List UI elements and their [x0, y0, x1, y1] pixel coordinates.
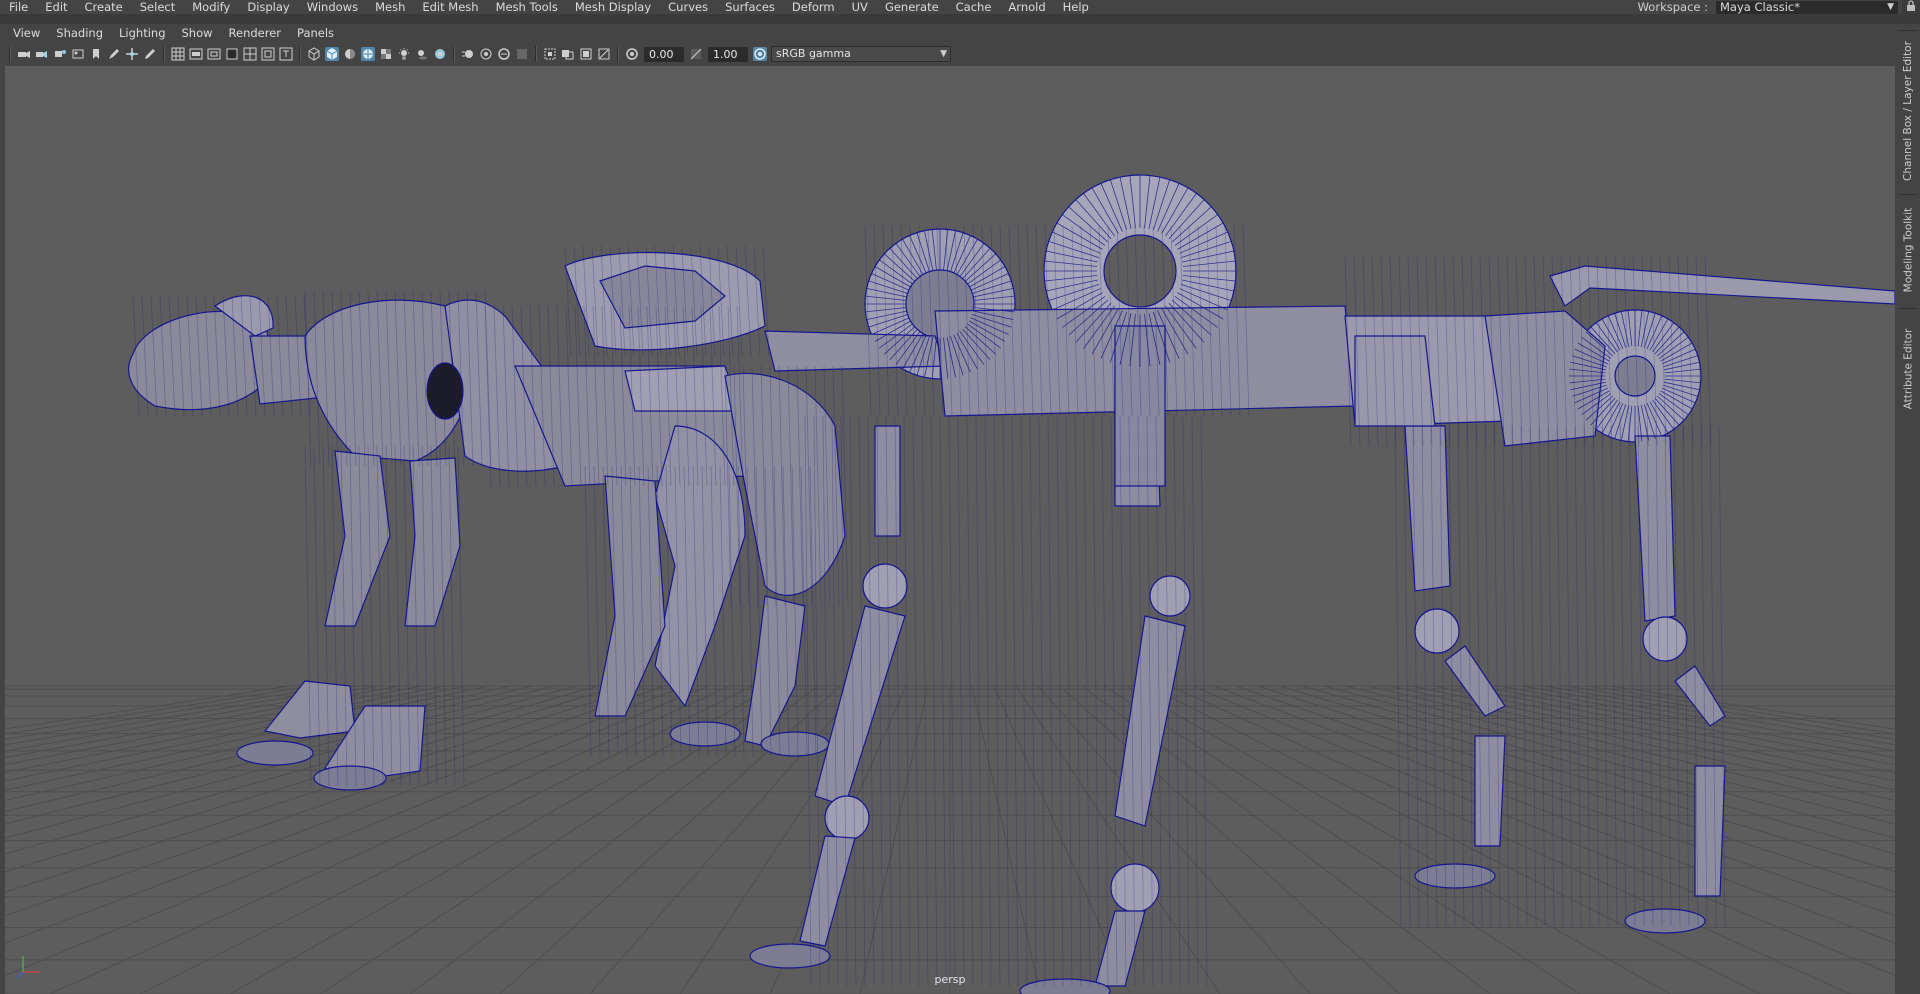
menu-mesh[interactable]: Mesh — [366, 1, 413, 13]
menu-edit[interactable]: Edit — [36, 1, 75, 13]
pencil-icon[interactable] — [143, 47, 157, 61]
menu-uv[interactable]: UV — [843, 1, 876, 13]
menu-create[interactable]: Create — [76, 1, 131, 13]
exposure-icon[interactable] — [625, 47, 639, 61]
panel-menu-renderer[interactable]: Renderer — [222, 26, 291, 40]
panel-menu-panels[interactable]: Panels — [290, 26, 343, 40]
grease-pencil-icon[interactable] — [107, 47, 121, 61]
select-camera-icon[interactable] — [17, 47, 31, 61]
safe-title-icon[interactable] — [279, 47, 293, 61]
xray-active-components-icon[interactable] — [579, 47, 593, 61]
menu-mesh-display[interactable]: Mesh Display — [566, 1, 659, 13]
lock-icon[interactable] — [1902, 0, 1920, 14]
wireframe-icon[interactable] — [307, 47, 321, 61]
viewport-scene[interactable] — [5, 66, 1895, 994]
multisample-icon[interactable] — [479, 47, 493, 61]
menu-arnold[interactable]: Arnold — [999, 1, 1053, 13]
workspace-dropdown[interactable]: Maya Classic* ▼ — [1716, 0, 1898, 14]
perspective-viewport[interactable]: persp — [5, 66, 1895, 994]
toolbar-divider — [9, 46, 11, 62]
tab-channel-box-layer-editor[interactable]: Channel Box / Layer Editor — [1898, 30, 1918, 191]
bookmarks-icon[interactable] — [53, 47, 67, 61]
tab-attribute-editor[interactable]: Attribute Editor — [1898, 308, 1918, 429]
panel-menu-lighting[interactable]: Lighting — [112, 26, 174, 40]
film-gate-icon[interactable] — [189, 47, 203, 61]
toolbar-divider — [535, 46, 537, 62]
workspace-value: Maya Classic* — [1720, 0, 1801, 14]
toolbar-divider — [163, 46, 165, 62]
color-management-icon[interactable] — [753, 47, 767, 61]
lights-icon[interactable] — [397, 47, 411, 61]
image-plane-icon[interactable] — [71, 47, 85, 61]
menu-file[interactable]: File — [0, 1, 36, 13]
isolate-select-icon[interactable] — [543, 47, 557, 61]
xray-icon[interactable] — [561, 47, 575, 61]
menu-select[interactable]: Select — [131, 1, 183, 13]
resolution-gate-icon[interactable] — [207, 47, 221, 61]
panel-toolbar: 0.00 1.00 sRGB gamma ▼ — [5, 43, 1895, 65]
chevron-down-icon: ▼ — [1887, 1, 1894, 12]
gamma-field[interactable]: 1.00 — [708, 46, 748, 62]
workspace-label: Workspace : — [1637, 0, 1708, 14]
toolbar-divider — [299, 46, 301, 62]
menu-surfaces[interactable]: Surfaces — [716, 1, 783, 13]
panel-menu-shading[interactable]: Shading — [49, 26, 112, 40]
depth-of-field-icon[interactable] — [497, 47, 511, 61]
menu-mesh-tools[interactable]: Mesh Tools — [487, 1, 566, 13]
default-material-icon[interactable] — [343, 47, 357, 61]
panel-menu-bar: View Shading Lighting Show Renderer Pane… — [5, 24, 1895, 42]
panel-menu-show[interactable]: Show — [175, 26, 222, 40]
ambient-occlusion-icon[interactable] — [433, 47, 447, 61]
panel-menu-view[interactable]: View — [5, 26, 49, 40]
tab-label: Modeling Toolkit — [1902, 207, 1914, 293]
chevron-down-icon: ▼ — [940, 49, 947, 59]
tab-modeling-toolkit[interactable]: Modeling Toolkit — [1898, 194, 1918, 305]
xray-joints-icon[interactable] — [597, 47, 611, 61]
field-chart-icon[interactable] — [243, 47, 257, 61]
camera-name-label: persp — [934, 973, 966, 986]
grid-icon[interactable] — [171, 47, 185, 61]
safe-action-icon[interactable] — [261, 47, 275, 61]
toolbar-divider — [617, 46, 619, 62]
main-menu-bar: File Edit Create Select Modify Display W… — [0, 0, 1920, 14]
menu-cache[interactable]: Cache — [947, 1, 1000, 13]
menu-windows[interactable]: Windows — [298, 1, 366, 13]
workspace-selector: Workspace : Maya Classic* ▼ — [1638, 0, 1920, 14]
gate-mask-icon[interactable] — [225, 47, 239, 61]
side-tab-strip: Channel Box / Layer Editor Modeling Tool… — [1896, 24, 1920, 994]
bookmark-icon[interactable] — [89, 47, 103, 61]
menu-edit-mesh[interactable]: Edit Mesh — [413, 1, 486, 13]
menu-deform[interactable]: Deform — [783, 1, 843, 13]
menu-modify[interactable]: Modify — [183, 1, 238, 13]
menu-generate[interactable]: Generate — [876, 1, 947, 13]
menu-separator — [0, 14, 1920, 24]
toolbar-divider — [453, 46, 455, 62]
menu-display[interactable]: Display — [238, 1, 297, 13]
tab-label: Attribute Editor — [1902, 328, 1914, 410]
menu-help[interactable]: Help — [1054, 1, 1097, 13]
camera-attributes-icon[interactable] — [35, 47, 49, 61]
exposure-field[interactable]: 0.00 — [644, 46, 684, 62]
view-transform-dropdown[interactable]: sRGB gamma ▼ — [771, 46, 951, 62]
tab-label: Channel Box / Layer Editor — [1902, 41, 1914, 181]
motion-blur-icon[interactable] — [461, 47, 475, 61]
robot-skeleton-mesh — [749, 174, 1895, 994]
hud-icon[interactable] — [515, 47, 529, 61]
view-transform-value: sRGB gamma — [776, 47, 851, 60]
smooth-shade-icon[interactable] — [325, 47, 339, 61]
menu-curves[interactable]: Curves — [659, 1, 716, 13]
2d-pan-zoom-icon[interactable] — [125, 47, 139, 61]
wireframe-on-shaded-icon[interactable] — [361, 47, 375, 61]
textured-icon[interactable] — [379, 47, 393, 61]
gamma-icon[interactable] — [689, 47, 703, 61]
shadows-icon[interactable] — [415, 47, 429, 61]
